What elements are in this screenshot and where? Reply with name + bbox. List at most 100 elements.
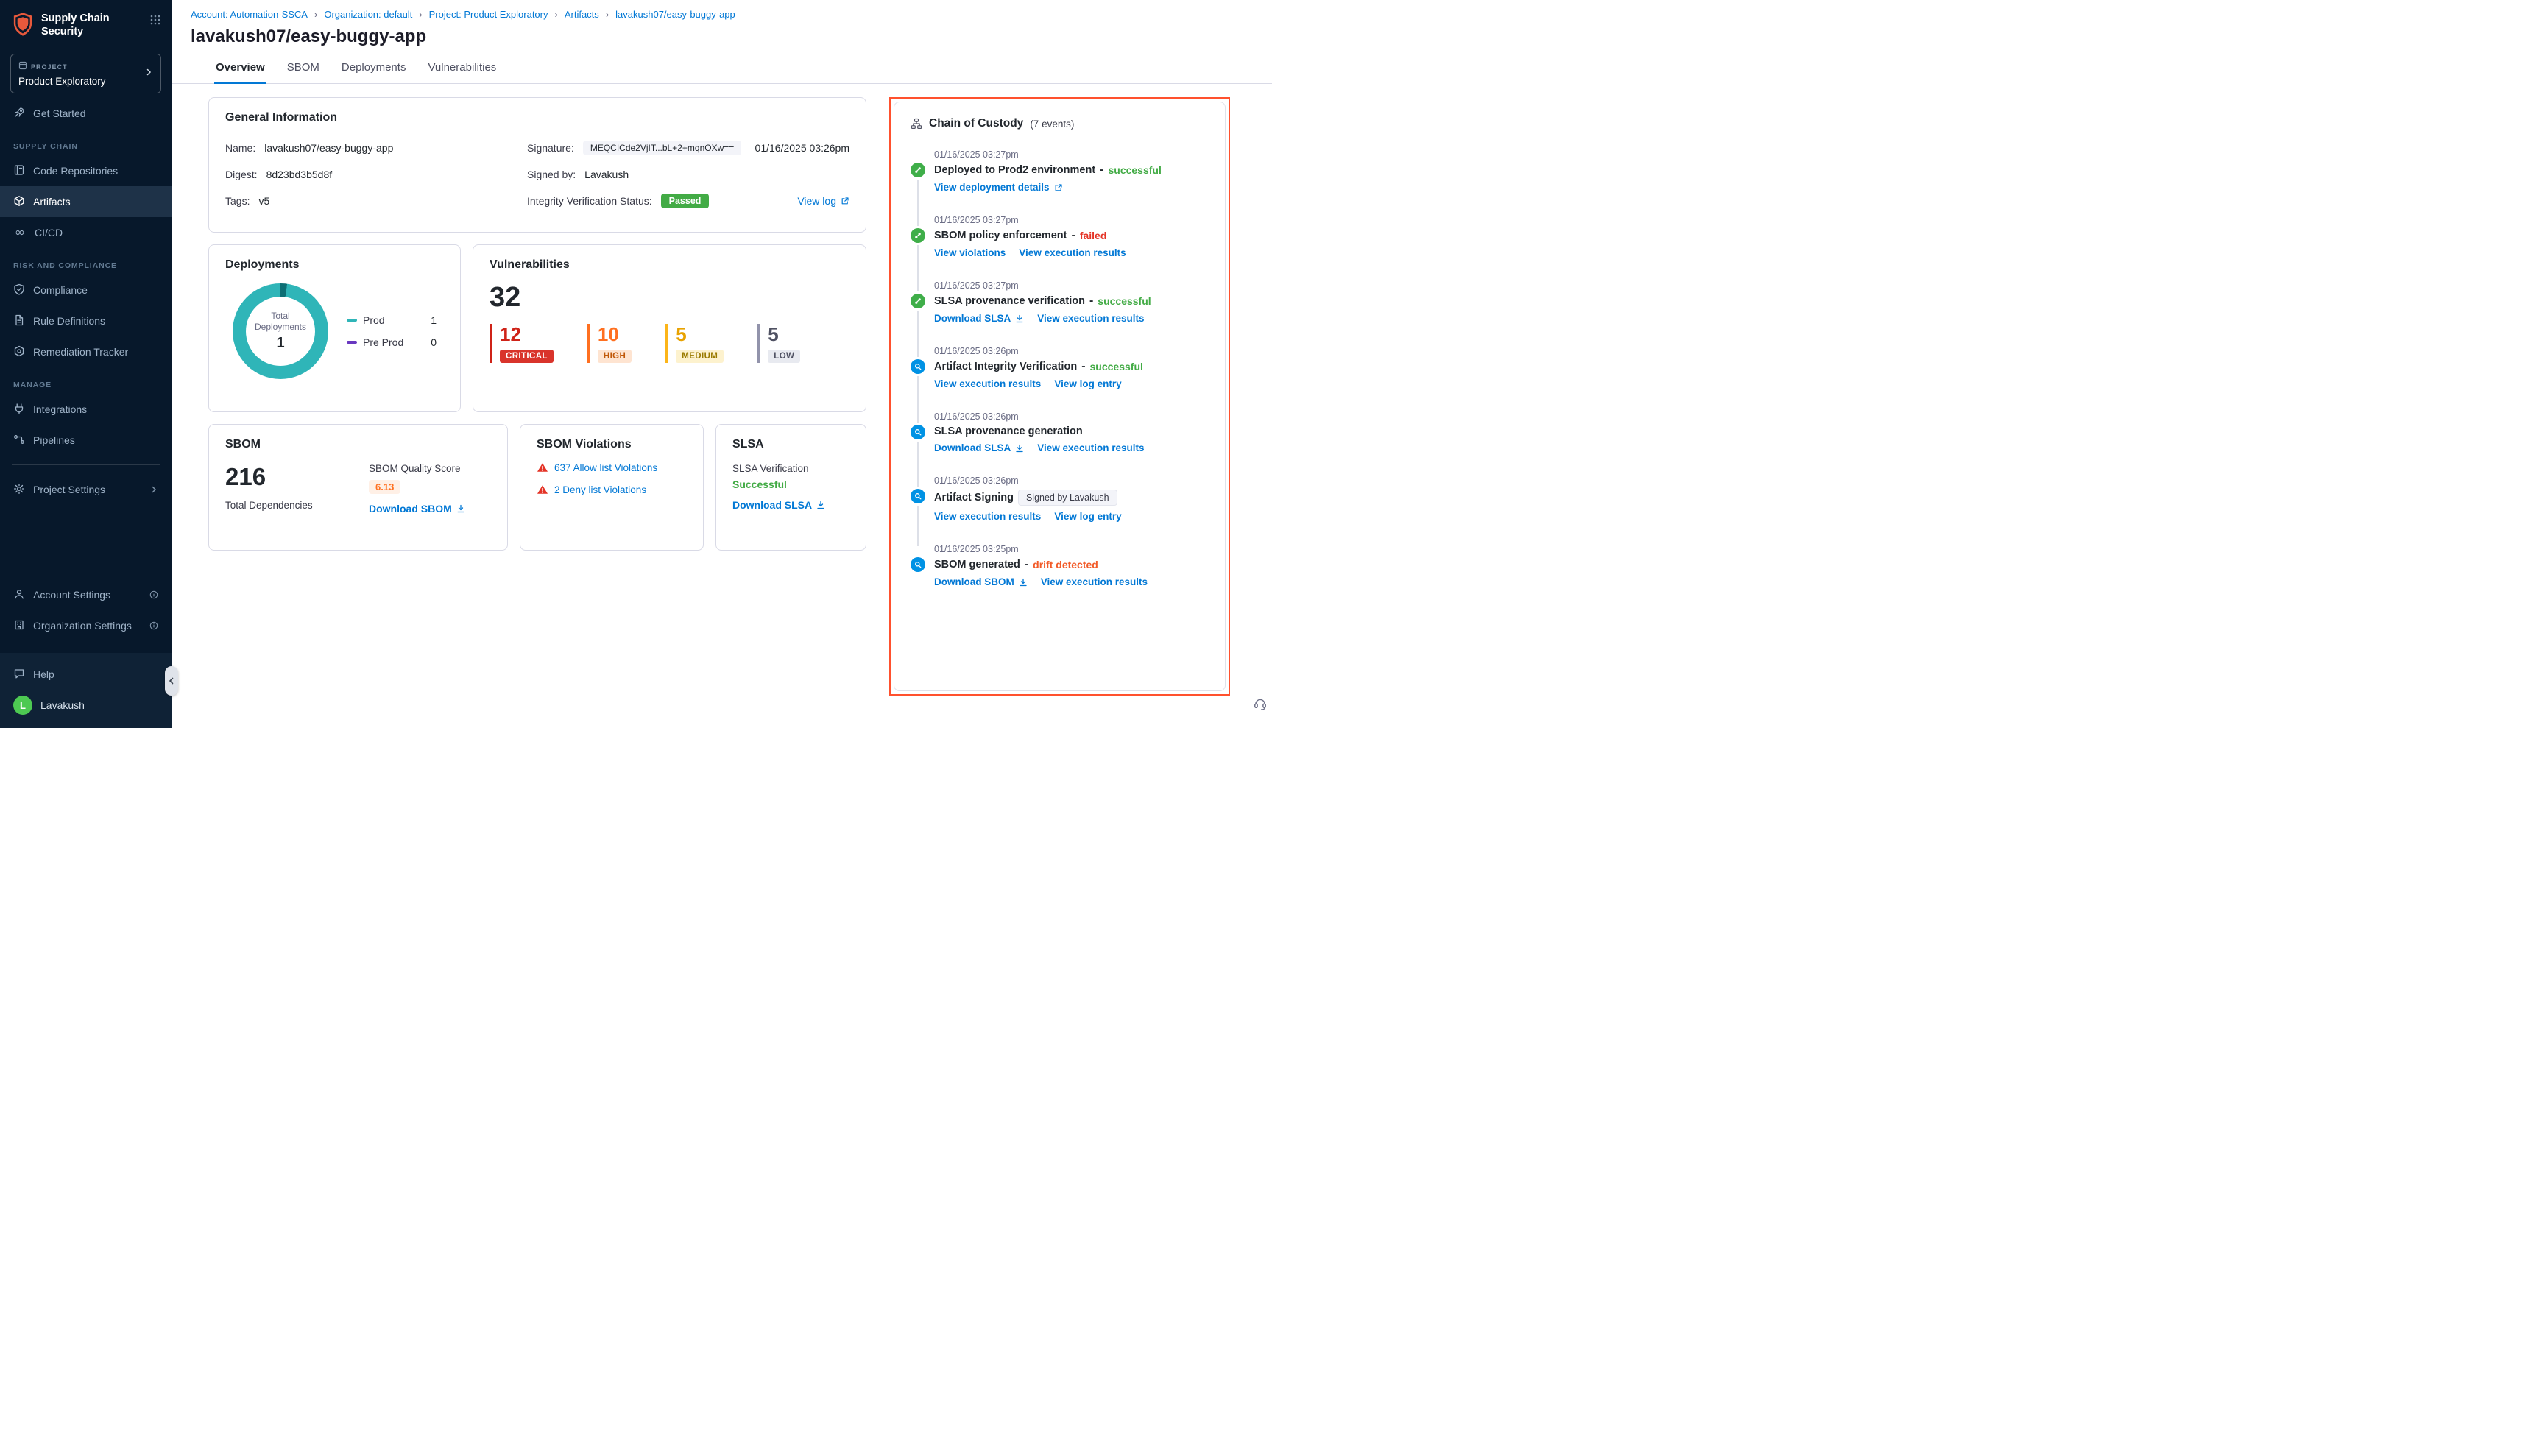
view-execution-results-link[interactable]: View execution results bbox=[1037, 313, 1144, 324]
tags-value: v5 bbox=[258, 195, 269, 207]
module-switcher-icon[interactable] bbox=[149, 14, 161, 29]
event-title: Deployed to Prod2 environment bbox=[934, 164, 1095, 176]
view-log-entry-link[interactable]: View log entry bbox=[1054, 378, 1121, 389]
tags-row: Tags: v5 bbox=[225, 192, 527, 210]
pipeline-icon bbox=[13, 434, 25, 448]
signature-label: Signature: bbox=[527, 142, 574, 154]
download-sbom-link[interactable]: Download SBOM bbox=[934, 576, 1028, 587]
card-title: SLSA bbox=[732, 438, 849, 451]
legend-count: 1 bbox=[431, 314, 437, 326]
breadcrumb-project[interactable]: Project: Product Exploratory bbox=[429, 9, 548, 20]
view-execution-results-link[interactable]: View execution results bbox=[1041, 576, 1148, 587]
scan-icon bbox=[911, 359, 925, 374]
deployments-card: Deployments Total Deployments 1 bbox=[208, 244, 461, 412]
sidebar-item-help[interactable]: Help bbox=[0, 659, 172, 690]
sidebar-footer: Help L Lavakush bbox=[0, 653, 172, 728]
sidebar-item-compliance[interactable]: Compliance bbox=[0, 275, 172, 305]
card-title: SBOM bbox=[225, 438, 491, 451]
dash: - bbox=[1081, 360, 1085, 373]
breadcrumb-account[interactable]: Account: Automation-SSCA bbox=[191, 9, 308, 20]
view-execution-results-link[interactable]: View execution results bbox=[1019, 247, 1126, 258]
external-link-icon bbox=[841, 197, 849, 205]
view-execution-results-link[interactable]: View execution results bbox=[1037, 442, 1144, 453]
view-log-entry-link[interactable]: View log entry bbox=[1054, 511, 1121, 522]
download-slsa-link[interactable]: Download SLSA bbox=[732, 499, 825, 511]
sidebar-item-code-repositories[interactable]: Code Repositories bbox=[0, 155, 172, 186]
view-execution-results-link[interactable]: View execution results bbox=[934, 511, 1041, 522]
allow-list-violations-row: 637 Allow list Violations bbox=[537, 462, 687, 473]
signed-by-chip: Signed by Lavakush bbox=[1018, 490, 1117, 506]
breadcrumb-separator: › bbox=[314, 9, 317, 20]
breadcrumb: Account: Automation-SSCA › Organization:… bbox=[191, 9, 1253, 20]
info-icon[interactable] bbox=[149, 590, 158, 599]
plug-icon bbox=[13, 403, 25, 417]
download-slsa-link[interactable]: Download SLSA bbox=[934, 313, 1024, 324]
breadcrumb-separator: › bbox=[606, 9, 609, 20]
general-information-card: General Information Name: lavakush07/eas… bbox=[208, 97, 866, 233]
sidebar-lower: Account Settings Organization Settings bbox=[0, 579, 172, 728]
project-selector[interactable]: PROJECT Product Exploratory bbox=[10, 54, 161, 93]
nav-label: Integrations bbox=[33, 403, 87, 415]
signature-timestamp: 01/16/2025 03:26pm bbox=[755, 142, 849, 154]
download-sbom-link[interactable]: Download SBOM bbox=[369, 503, 465, 515]
scan-icon bbox=[911, 557, 925, 572]
view-log-link[interactable]: View log bbox=[797, 195, 849, 207]
event-status: failed bbox=[1080, 230, 1107, 241]
quality-score-label: SBOM Quality Score bbox=[369, 463, 465, 474]
breadcrumb-artifacts[interactable]: Artifacts bbox=[565, 9, 599, 20]
name-label: Name: bbox=[225, 142, 255, 154]
legend-item-pre-prod: Pre Prod 0 bbox=[347, 336, 437, 348]
user-menu[interactable]: L Lavakush bbox=[0, 690, 172, 721]
sidebar-item-get-started[interactable]: Get Started bbox=[0, 98, 172, 129]
deny-list-violations-row: 2 Deny list Violations bbox=[537, 484, 687, 495]
view-execution-results-link[interactable]: View execution results bbox=[934, 378, 1041, 389]
shield-check-icon bbox=[13, 283, 25, 297]
nav-section-supply-chain: SUPPLY CHAIN bbox=[0, 129, 172, 155]
signed-by-value: Lavakush bbox=[584, 169, 629, 180]
tab-sbom[interactable]: SBOM bbox=[286, 54, 321, 84]
info-icon[interactable] bbox=[149, 621, 158, 630]
project-icon bbox=[18, 60, 27, 74]
tags-label: Tags: bbox=[225, 195, 250, 207]
breadcrumb-current[interactable]: lavakush07/easy-buggy-app bbox=[615, 9, 735, 20]
sidebar-item-account-settings[interactable]: Account Settings bbox=[0, 579, 172, 610]
avatar: L bbox=[13, 696, 32, 715]
sidebar: Supply Chain Security PROJECT Product Ex… bbox=[0, 0, 172, 728]
event-title: Artifact Integrity Verification bbox=[934, 361, 1077, 372]
breadcrumb-separator: › bbox=[555, 9, 558, 20]
nav-label: Pipelines bbox=[33, 434, 75, 446]
event-title: Artifact Signing bbox=[934, 492, 1014, 503]
prod-swatch-icon bbox=[347, 319, 357, 322]
allow-list-violations-link[interactable]: 637 Allow list Violations bbox=[554, 462, 657, 473]
sidebar-nav: Get Started SUPPLY CHAIN Code Repositori… bbox=[0, 98, 172, 505]
sidebar-item-remediation-tracker[interactable]: Remediation Tracker bbox=[0, 336, 172, 367]
breadcrumb-organization[interactable]: Organization: default bbox=[324, 9, 412, 20]
event-timestamp: 01/16/2025 03:27pm bbox=[934, 280, 1209, 291]
view-violations-link[interactable]: View violations bbox=[934, 247, 1006, 258]
view-deployment-details-link[interactable]: View deployment details bbox=[934, 182, 1063, 193]
sidebar-item-project-settings[interactable]: Project Settings bbox=[0, 474, 172, 505]
slsa-verification-label: SLSA Verification bbox=[732, 463, 849, 474]
tab-deployments[interactable]: Deployments bbox=[340, 54, 408, 84]
sidebar-item-integrations[interactable]: Integrations bbox=[0, 394, 172, 425]
link-label: View execution results bbox=[1041, 576, 1148, 587]
sidebar-item-organization-settings[interactable]: Organization Settings bbox=[0, 610, 172, 641]
sidebar-item-cicd[interactable]: ∞ CI/CD bbox=[0, 217, 172, 248]
support-headset-icon[interactable] bbox=[1253, 696, 1268, 715]
tab-overview[interactable]: Overview bbox=[214, 54, 266, 84]
link-label: View execution results bbox=[1037, 442, 1144, 453]
tab-vulnerabilities[interactable]: Vulnerabilities bbox=[426, 54, 498, 84]
sidebar-item-artifacts[interactable]: Artifacts bbox=[0, 186, 172, 217]
chat-icon bbox=[13, 668, 25, 682]
chain-event-1: 01/16/2025 03:27pm Deployed to Prod2 env… bbox=[934, 149, 1209, 193]
sidebar-item-rule-definitions[interactable]: Rule Definitions bbox=[0, 305, 172, 336]
event-title: SBOM generated bbox=[934, 559, 1020, 570]
deny-list-violations-link[interactable]: 2 Deny list Violations bbox=[554, 484, 646, 495]
event-timestamp: 01/16/2025 03:26pm bbox=[934, 411, 1209, 422]
card-title: Deployments bbox=[225, 258, 444, 272]
sidebar-item-pipelines[interactable]: Pipelines bbox=[0, 425, 172, 456]
sidebar-collapse-handle[interactable] bbox=[165, 666, 178, 696]
external-link-icon bbox=[1054, 183, 1063, 192]
nav-label: Rule Definitions bbox=[33, 315, 105, 327]
download-slsa-link[interactable]: Download SLSA bbox=[934, 442, 1024, 453]
